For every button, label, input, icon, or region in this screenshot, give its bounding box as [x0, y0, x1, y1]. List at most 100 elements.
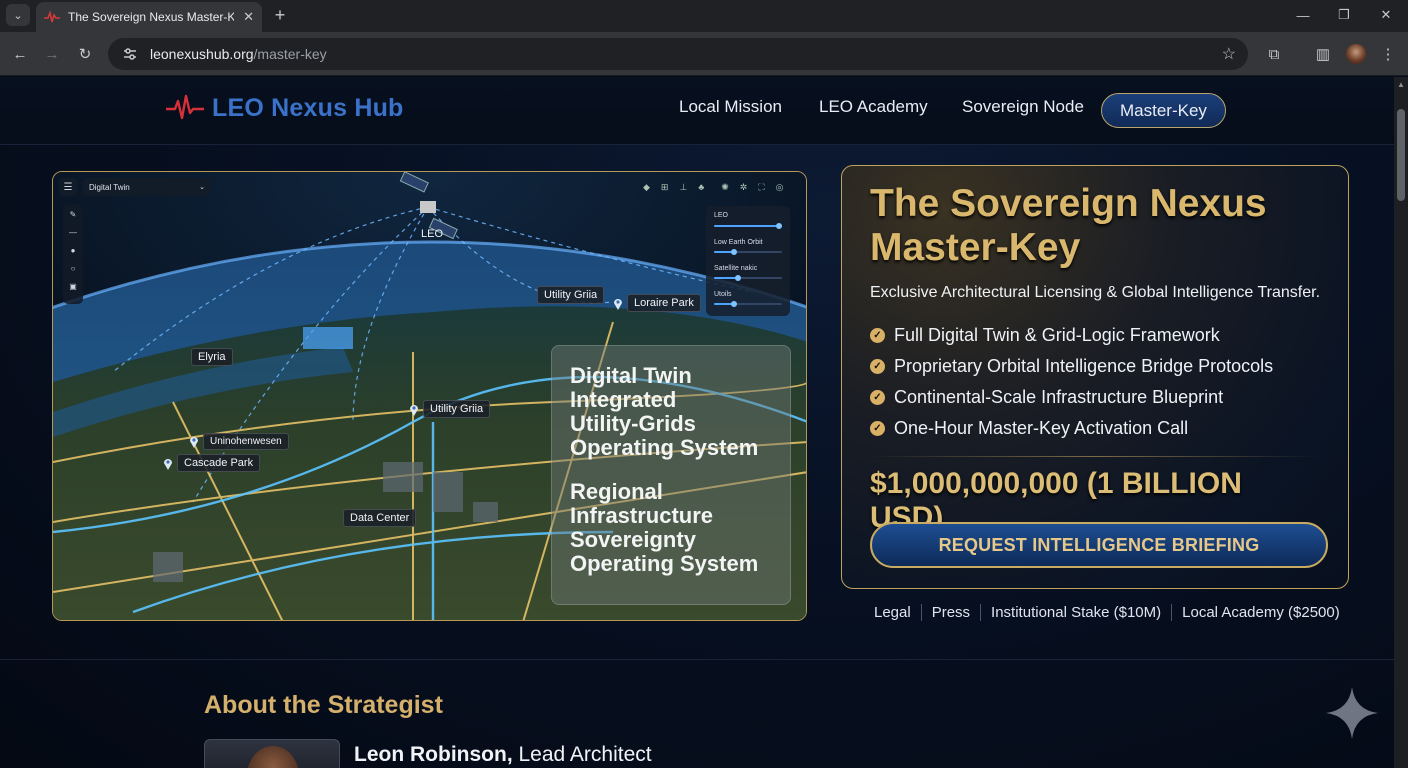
panel-slider[interactable] [714, 249, 782, 255]
divider [870, 456, 1320, 457]
hero-digital-twin-image: ☰ Digital Twin ⌄ ✎ — ● ○ ▣ ◆ ⊞ ⊥ ♣ ✺ ✲ ⛶ … [52, 171, 807, 621]
site-logo[interactable]: LEO Nexus Hub [166, 93, 404, 123]
browser-tab[interactable]: The Sovereign Nexus Master-Key ✕ [36, 2, 262, 32]
point-tool-icon[interactable]: ● [71, 246, 76, 255]
new-tab-icon[interactable]: + [270, 4, 290, 26]
place-label: Cascade Park [177, 454, 261, 472]
map-top-controls: ☰ Digital Twin ⌄ [59, 178, 211, 196]
page: LEO Nexus Hub Local Mission LEO Academy … [0, 77, 1394, 768]
circle-tool-icon[interactable]: ○ [71, 264, 76, 273]
place-label: Loraire Park [627, 294, 701, 312]
view-select-value: Digital Twin [89, 182, 130, 192]
nav-local-mission[interactable]: Local Mission [679, 97, 782, 117]
sparkle-icon[interactable] [1326, 687, 1378, 739]
heartbeat-logo-icon [166, 94, 204, 120]
profile-avatar[interactable] [1346, 44, 1366, 64]
overlay-heading-1: Digital Twin Integrated Utility-Grids Op… [570, 363, 759, 460]
map-pin[interactable]: Uninohenwesen [189, 433, 289, 450]
check-icon: ✓ [870, 328, 885, 343]
menu-kebab-icon[interactable]: ⋮ [1376, 42, 1400, 66]
extensions-icon[interactable]: ⧉ [1262, 42, 1286, 66]
minimize-icon[interactable]: — [1283, 4, 1323, 26]
address-bar[interactable]: leonexushub.org/master-key ☆ [108, 38, 1248, 70]
forward-icon[interactable]: → [40, 42, 64, 66]
draw-tool-icon[interactable]: ✎ [70, 210, 77, 219]
tree-icon[interactable]: ♣ [698, 182, 704, 193]
restore-icon[interactable]: ❐ [1324, 4, 1364, 26]
panel-item-label: Low Earth Orbit [714, 239, 763, 246]
feature-item: ✓ Continental-Scale Infrastructure Bluepr… [870, 382, 1320, 413]
map-pin[interactable]: Utility Griia [409, 400, 491, 418]
map-toolbox: ✎ — ● ○ ▣ [63, 204, 83, 304]
feature-item: ✓ Full Digital Twin & Grid-Logic Framewor… [870, 320, 1320, 351]
strategist-photo [204, 739, 340, 768]
scroll-up-icon[interactable]: ▲ [1397, 80, 1405, 89]
side-panel-icon[interactable]: ▥ [1311, 42, 1335, 66]
orbit-panel: LEO Low Earth Orbit Satellite nakic Utoi… [706, 206, 790, 316]
browser-tab-bar: ⌄ The Sovereign Nexus Master-Key ✕ + — ❐… [0, 0, 1408, 32]
reload-icon[interactable]: ↻ [73, 42, 97, 66]
settings-icon[interactable]: ✲ [740, 182, 748, 193]
strategist-name: Leon Robinson, Lead Architect [354, 743, 652, 766]
link-legal[interactable]: Legal [864, 604, 921, 621]
page-scrollbar[interactable]: ▲ [1394, 77, 1408, 768]
browser-toolbar: ← → ↻ leonexushub.org/master-key ☆ ⧉ ▥ ⋮ [0, 32, 1408, 76]
place-label: Uninohenwesen [203, 433, 289, 450]
link-institutional-stake[interactable]: Institutional Stake ($10M) [980, 604, 1171, 621]
nav-leo-academy[interactable]: LEO Academy [819, 97, 928, 117]
map-pin-icon [614, 298, 622, 310]
pulse-favicon-icon [44, 10, 60, 23]
link-local-academy[interactable]: Local Academy ($2500) [1171, 604, 1350, 621]
line-tool-icon[interactable]: — [69, 228, 77, 237]
feature-item: ✓ One-Hour Master-Key Activation Call [870, 413, 1320, 444]
place-label: Utility Griia [537, 286, 605, 304]
section-divider [0, 659, 1394, 660]
site-header: LEO Nexus Hub Local Mission LEO Academy … [0, 77, 1394, 145]
check-icon: ✓ [870, 359, 885, 374]
map-pin[interactable]: Loraire Park [613, 294, 701, 312]
bookmark-star-icon[interactable]: ☆ [1222, 44, 1236, 64]
view-select[interactable]: Digital Twin ⌄ [83, 178, 211, 196]
link-press[interactable]: Press [920, 604, 980, 621]
tab-search-button[interactable]: ⌄ [6, 4, 30, 26]
info-icon[interactable]: ◎ [776, 182, 784, 193]
site-settings-icon[interactable] [122, 46, 138, 62]
panel-item-label: Utoils [714, 291, 732, 298]
footer-links: Legal Press Institutional Stake ($10M) L… [864, 604, 1350, 621]
request-briefing-button[interactable]: REQUEST INTELLIGENCE BRIEFING [870, 522, 1328, 568]
tab-close-icon[interactable]: ✕ [243, 9, 254, 25]
feature-item: ✓ Proprietary Orbital Intelligence Bridge… [870, 351, 1320, 382]
map-top-icons: ◆ ⊞ ⊥ ♣ ✺ ✲ ⛶ ◎ [643, 182, 783, 193]
check-icon: ✓ [870, 421, 885, 436]
place-label: Elyria [191, 348, 233, 366]
nav-sovereign-node[interactable]: Sovereign Node [962, 97, 1084, 117]
map-menu-icon[interactable]: ☰ [59, 178, 77, 196]
check-icon: ✓ [870, 390, 885, 405]
close-window-icon[interactable]: ✕ [1366, 4, 1406, 26]
about-heading: About the Strategist [204, 691, 443, 719]
overlay-heading-2: Regional Infrastructure Sovereignty Oper… [570, 479, 759, 576]
satellite-label: LEO [421, 228, 444, 240]
fullscreen-icon[interactable]: ⛶ [758, 182, 764, 193]
panel-slider[interactable] [714, 301, 782, 307]
nav-master-key[interactable]: Master-Key [1101, 93, 1226, 128]
map-pin-icon [410, 404, 418, 416]
layer-tool-icon[interactable]: ▣ [69, 282, 77, 291]
layers-icon[interactable]: ◆ [643, 182, 650, 193]
map-pin-icon [190, 437, 198, 448]
hero-overlay-card: Digital Twin Integrated Utility-Grids Op… [551, 345, 791, 605]
logo-text: LEO Nexus Hub [212, 93, 404, 122]
feature-list: ✓ Full Digital Twin & Grid-Logic Framewor… [870, 320, 1320, 444]
panel-slider-main[interactable] [714, 223, 782, 229]
chevron-down-icon: ⌄ [199, 184, 205, 191]
back-icon[interactable]: ← [8, 42, 32, 66]
master-key-offer-card: The Sovereign Nexus Master-Key Exclusive… [841, 165, 1349, 589]
offer-subtitle: Exclusive Architectural Licensing & Glob… [870, 284, 1321, 301]
url-text: leonexushub.org/master-key [150, 46, 327, 62]
panel-slider[interactable] [714, 275, 782, 281]
sun-icon[interactable]: ✺ [721, 182, 729, 193]
chart-icon[interactable]: ⊥ [679, 182, 687, 193]
grid-icon[interactable]: ⊞ [661, 182, 669, 193]
scrollbar-thumb[interactable] [1397, 109, 1405, 201]
map-pin[interactable]: Cascade Park [163, 454, 261, 472]
